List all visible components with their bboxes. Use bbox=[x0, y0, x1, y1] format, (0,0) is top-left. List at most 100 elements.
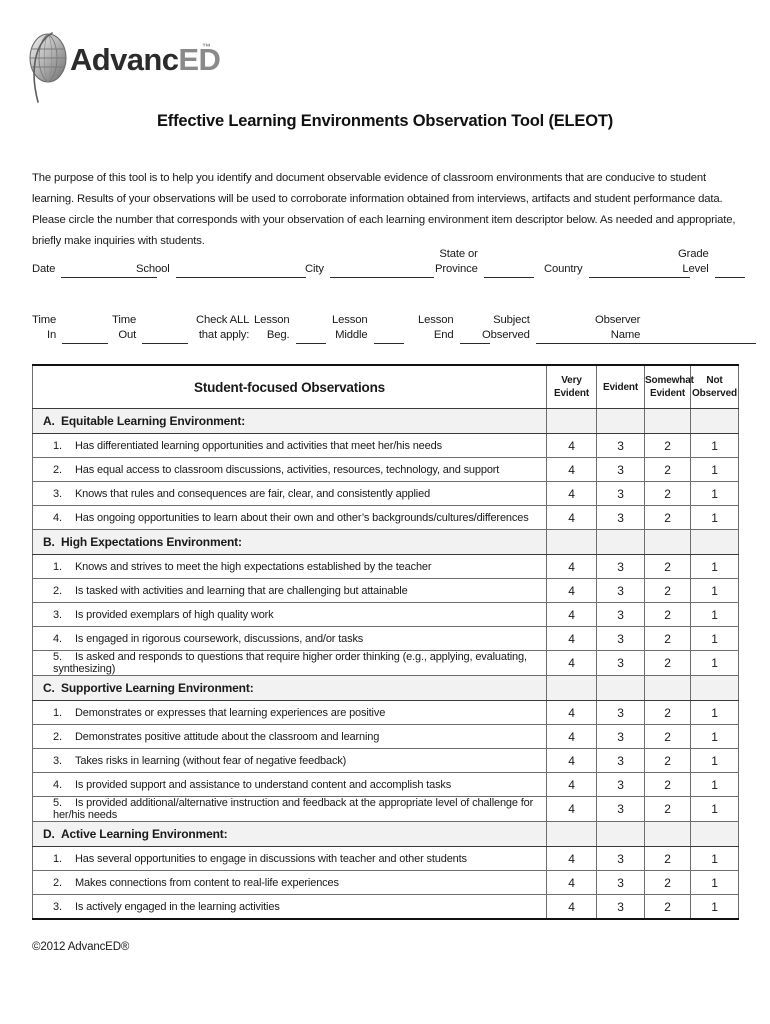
rating-option-3[interactable]: 3 bbox=[596, 554, 645, 579]
field-state-province-input[interactable] bbox=[483, 263, 534, 278]
rating-option-2[interactable]: 2 bbox=[644, 700, 691, 725]
field-lesson-middle-checkbox[interactable] bbox=[373, 329, 404, 344]
rating-option-1[interactable]: 1 bbox=[690, 554, 739, 579]
field-time-out[interactable]: Time Out bbox=[112, 313, 189, 344]
item-descriptor: 3. Takes risks in learning (without fear … bbox=[32, 748, 547, 773]
rating-option-2[interactable]: 2 bbox=[644, 894, 691, 920]
rating-option-2[interactable]: 2 bbox=[644, 457, 691, 482]
rating-option-3[interactable]: 3 bbox=[596, 796, 645, 822]
rating-option-1[interactable]: 1 bbox=[690, 650, 739, 676]
rating-option-2[interactable]: 2 bbox=[644, 433, 691, 458]
rating-option-1[interactable]: 1 bbox=[690, 505, 739, 530]
rating-option-4[interactable]: 4 bbox=[546, 481, 597, 506]
rating-option-2[interactable]: 2 bbox=[644, 846, 691, 871]
rating-option-4[interactable]: 4 bbox=[546, 700, 597, 725]
rating-option-2[interactable]: 2 bbox=[644, 481, 691, 506]
rating-option-3[interactable]: 3 bbox=[596, 772, 645, 797]
rating-option-1[interactable]: 1 bbox=[690, 578, 739, 603]
rating-option-4[interactable]: 4 bbox=[546, 505, 597, 530]
rating-option-4[interactable]: 4 bbox=[546, 433, 597, 458]
rating-option-1[interactable]: 1 bbox=[690, 870, 739, 895]
item-text: Demonstrates positive attitude about the… bbox=[75, 730, 380, 743]
field-state-province[interactable]: State or Province bbox=[435, 247, 534, 278]
field-lesson-beg[interactable]: Lesson Beg. bbox=[254, 313, 326, 344]
rating-option-1[interactable]: 1 bbox=[690, 846, 739, 871]
field-lesson-middle[interactable]: Lesson Middle bbox=[332, 313, 404, 344]
field-time-out-input[interactable] bbox=[142, 329, 189, 344]
rating-option-3[interactable]: 3 bbox=[596, 602, 645, 627]
rating-option-1[interactable]: 1 bbox=[690, 481, 739, 506]
rating-option-2[interactable]: 2 bbox=[644, 578, 691, 603]
rating-option-4[interactable]: 4 bbox=[546, 554, 597, 579]
rating-option-3[interactable]: 3 bbox=[596, 578, 645, 603]
field-observer-name-input[interactable] bbox=[646, 329, 757, 344]
rating-option-3[interactable]: 3 bbox=[596, 626, 645, 651]
rating-option-2[interactable]: 2 bbox=[644, 626, 691, 651]
rating-option-4[interactable]: 4 bbox=[546, 650, 597, 676]
rating-option-3[interactable]: 3 bbox=[596, 481, 645, 506]
rating-option-2[interactable]: 2 bbox=[644, 554, 691, 579]
rating-option-3[interactable]: 3 bbox=[596, 700, 645, 725]
rating-option-4[interactable]: 4 bbox=[546, 457, 597, 482]
field-time-in[interactable]: Time In bbox=[32, 313, 109, 344]
rating-option-2[interactable]: 2 bbox=[644, 650, 691, 676]
rating-option-3[interactable]: 3 bbox=[596, 433, 645, 458]
rating-option-4[interactable]: 4 bbox=[546, 748, 597, 773]
rating-option-2[interactable]: 2 bbox=[644, 505, 691, 530]
rating-option-1[interactable]: 1 bbox=[690, 602, 739, 627]
table-header-row: Student-focused Observations Very Eviden… bbox=[32, 364, 739, 409]
rating-option-2[interactable]: 2 bbox=[644, 748, 691, 773]
rating-option-2[interactable]: 2 bbox=[644, 772, 691, 797]
table-row: 3. Knows that rules and consequences are … bbox=[32, 481, 739, 506]
rating-option-4[interactable]: 4 bbox=[546, 724, 597, 749]
rating-option-1[interactable]: 1 bbox=[690, 772, 739, 797]
table-row: 1. Has differentiated learning opportunit… bbox=[32, 433, 739, 458]
rating-option-1[interactable]: 1 bbox=[690, 433, 739, 458]
field-city[interactable]: City bbox=[305, 262, 434, 278]
rating-option-1[interactable]: 1 bbox=[690, 457, 739, 482]
field-lesson-beg-checkbox[interactable] bbox=[295, 329, 326, 344]
field-observer-name[interactable]: Observer Name bbox=[595, 313, 757, 344]
field-country-input[interactable] bbox=[588, 263, 690, 278]
rating-option-2[interactable]: 2 bbox=[644, 870, 691, 895]
rating-option-3[interactable]: 3 bbox=[596, 457, 645, 482]
rating-option-3[interactable]: 3 bbox=[596, 748, 645, 773]
field-grade-level-input[interactable] bbox=[714, 263, 745, 278]
rating-option-3[interactable]: 3 bbox=[596, 846, 645, 871]
field-lesson-end[interactable]: Lesson End bbox=[418, 313, 490, 344]
rating-option-1[interactable]: 1 bbox=[690, 894, 739, 920]
rating-option-4[interactable]: 4 bbox=[546, 894, 597, 920]
field-country[interactable]: Country bbox=[544, 262, 690, 278]
field-school-input[interactable] bbox=[175, 263, 306, 278]
field-time-in-input[interactable] bbox=[62, 329, 109, 344]
rating-option-2[interactable]: 2 bbox=[644, 724, 691, 749]
rating-option-1[interactable]: 1 bbox=[690, 748, 739, 773]
field-grade-level[interactable]: Grade Level bbox=[678, 247, 745, 278]
rating-option-3[interactable]: 3 bbox=[596, 505, 645, 530]
rating-option-4[interactable]: 4 bbox=[546, 578, 597, 603]
rating-option-2[interactable]: 2 bbox=[644, 602, 691, 627]
rating-option-1[interactable]: 1 bbox=[690, 796, 739, 822]
item-descriptor: 3. Knows that rules and consequences are … bbox=[32, 481, 547, 506]
rating-option-4[interactable]: 4 bbox=[546, 626, 597, 651]
rating-option-3[interactable]: 3 bbox=[596, 894, 645, 920]
header-not-observed: Not Observed bbox=[690, 364, 739, 409]
section-title-text: Supportive Learning Environment: bbox=[61, 681, 254, 695]
rating-option-3[interactable]: 3 bbox=[596, 650, 645, 676]
field-city-input[interactable] bbox=[329, 263, 434, 278]
field-school[interactable]: School bbox=[136, 262, 306, 278]
item-text: Is provided support and assistance to un… bbox=[75, 778, 452, 791]
rating-option-4[interactable]: 4 bbox=[546, 602, 597, 627]
rating-option-2[interactable]: 2 bbox=[644, 796, 691, 822]
header-very-evident: Very Evident bbox=[546, 364, 597, 409]
rating-option-3[interactable]: 3 bbox=[596, 870, 645, 895]
rating-option-4[interactable]: 4 bbox=[546, 796, 597, 822]
rating-option-4[interactable]: 4 bbox=[546, 772, 597, 797]
copyright-footer: ©2012 AdvancED® bbox=[32, 941, 130, 953]
rating-option-1[interactable]: 1 bbox=[690, 626, 739, 651]
rating-option-1[interactable]: 1 bbox=[690, 700, 739, 725]
rating-option-4[interactable]: 4 bbox=[546, 846, 597, 871]
rating-option-1[interactable]: 1 bbox=[690, 724, 739, 749]
rating-option-4[interactable]: 4 bbox=[546, 870, 597, 895]
rating-option-3[interactable]: 3 bbox=[596, 724, 645, 749]
